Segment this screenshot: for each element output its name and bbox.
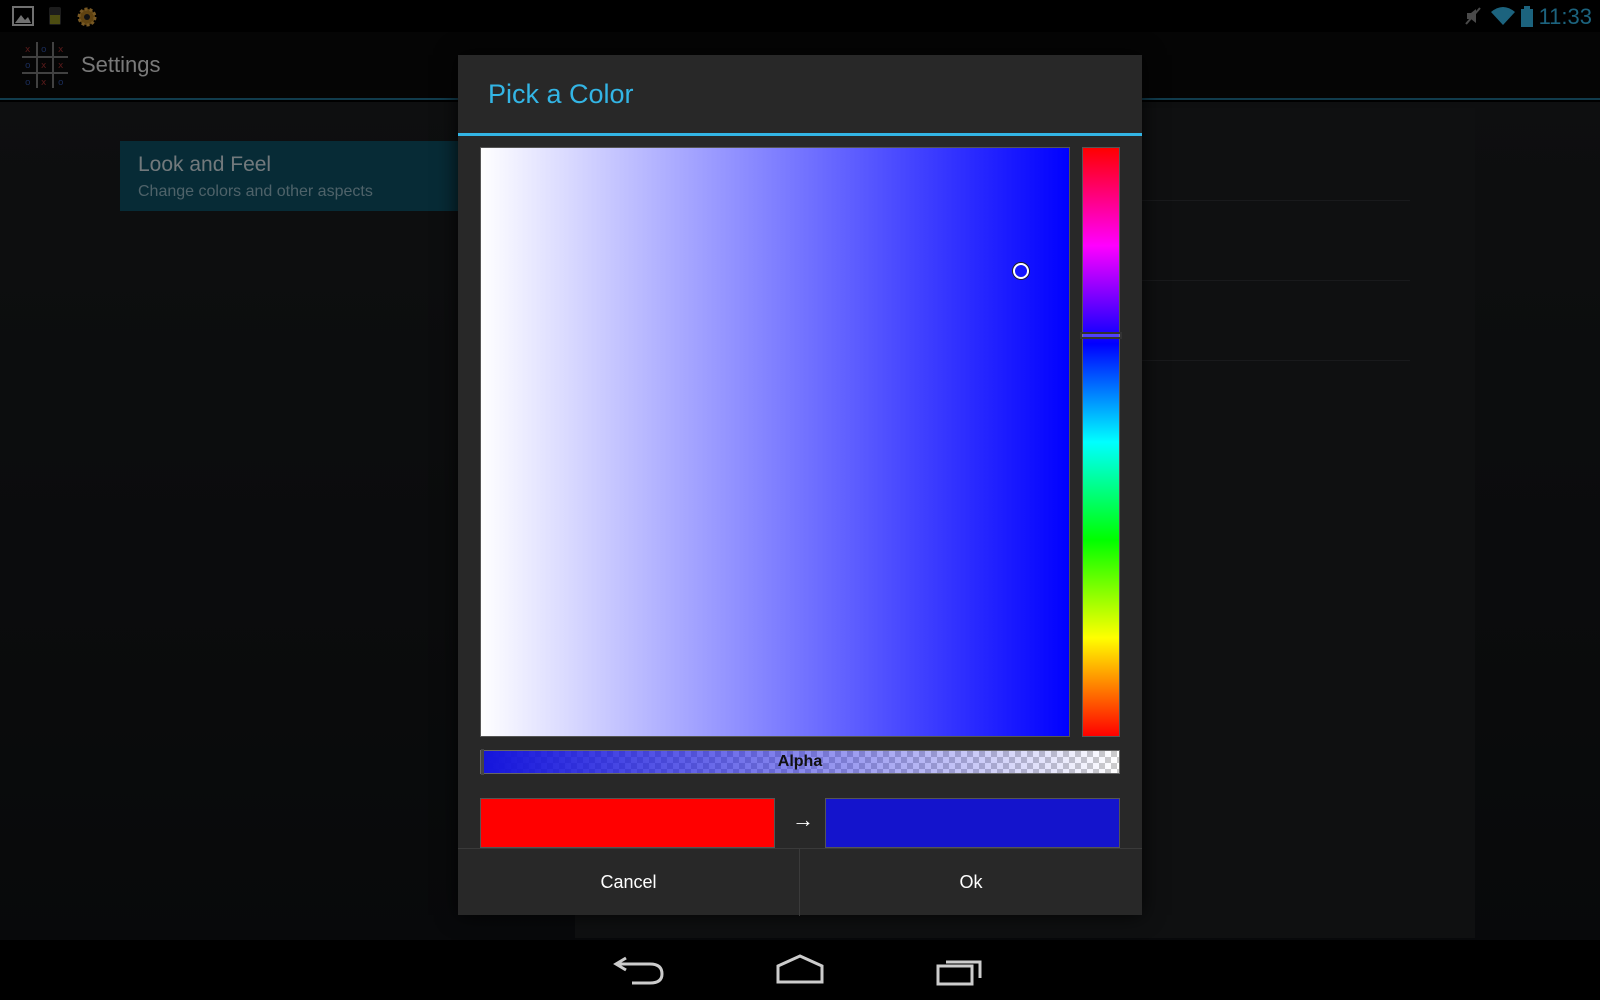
arrow-right-icon: → bbox=[792, 807, 814, 832]
dialog-button-bar: Cancel Ok bbox=[458, 848, 1142, 916]
color-picker-cursor[interactable] bbox=[1013, 263, 1029, 279]
screen: 11:33 x o x o x x o x o Settings Look an… bbox=[0, 0, 1600, 1000]
back-icon[interactable] bbox=[610, 950, 670, 990]
old-color-swatch[interactable] bbox=[480, 798, 775, 848]
alpha-slider[interactable]: Alpha bbox=[480, 749, 1120, 775]
cancel-button[interactable]: Cancel bbox=[458, 849, 800, 916]
saturation-value-panel[interactable] bbox=[480, 147, 1070, 737]
recent-apps-icon[interactable] bbox=[930, 950, 990, 990]
title-divider bbox=[458, 133, 1142, 136]
color-picker-dialog: Pick a Color Alpha → Cancel Ok bbox=[458, 55, 1142, 916]
alpha-label: Alpha bbox=[777, 753, 823, 770]
hue-slider[interactable] bbox=[1082, 147, 1120, 737]
home-icon[interactable] bbox=[770, 950, 830, 990]
new-color-swatch[interactable] bbox=[825, 798, 1120, 848]
dialog-title: Pick a Color bbox=[488, 79, 634, 109]
ok-button[interactable]: Ok bbox=[800, 849, 1142, 916]
navigation-bar bbox=[0, 940, 1600, 1000]
hue-slider-handle[interactable] bbox=[1080, 332, 1122, 339]
